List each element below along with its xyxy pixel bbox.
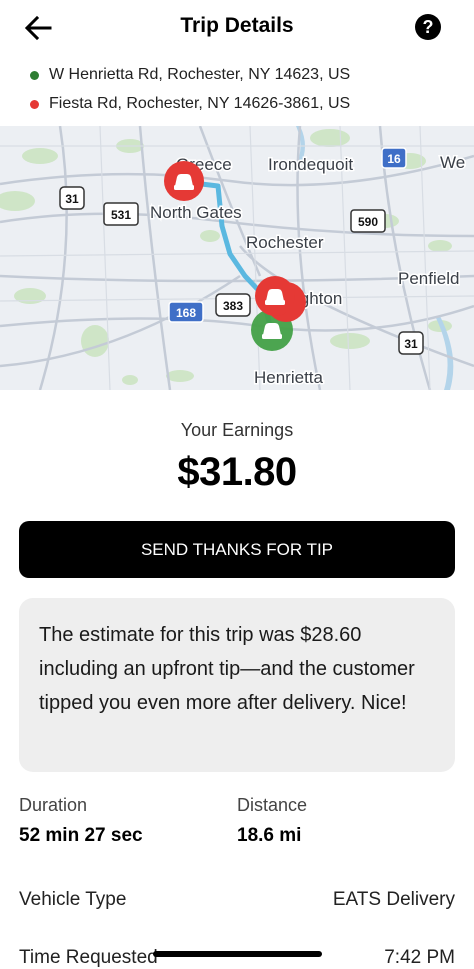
map-label-webster: We: [440, 153, 465, 172]
page-title: Trip Details: [180, 14, 294, 37]
tip-estimate-text: The estimate for this trip was $28.60 in…: [39, 624, 415, 714]
shield-531-icon: 531: [103, 202, 139, 226]
shield-31-east-icon: 31: [398, 331, 424, 355]
shield-168-icon: 168: [168, 301, 204, 323]
earnings-label: Your Earnings: [180, 420, 294, 440]
shield-31-icon: 31: [59, 186, 85, 210]
vehicle-type-label: Vehicle Type: [19, 889, 127, 910]
shield-383-icon: 383: [215, 293, 251, 317]
help-button[interactable]: ?: [415, 14, 441, 40]
svg-text:168: 168: [176, 306, 196, 320]
pickup-address-text: W Henrietta Rd, Rochester, NY 14623, US: [49, 66, 351, 83]
time-requested-label: Time Requested: [19, 947, 158, 968]
vehicle-type-row: Vehicle Type EATS Delivery: [19, 889, 455, 911]
map-label-rochester: Rochester: [246, 233, 324, 252]
tip-estimate-note: The estimate for this trip was $28.60 in…: [19, 598, 455, 772]
svg-text:590: 590: [358, 215, 378, 229]
map-label-north-gates: North Gates: [150, 203, 242, 222]
distance-value: 18.6 mi: [237, 825, 302, 846]
svg-text:383: 383: [223, 299, 243, 313]
dropoff-dot-icon: [30, 99, 39, 109]
send-thanks-button[interactable]: SEND THANKS FOR TIP: [19, 521, 455, 578]
distance-label: Distance: [237, 795, 308, 815]
map-label-henrietta: Henrietta: [254, 368, 324, 387]
dropoff-marker-car-icon: [164, 161, 204, 201]
home-indicator[interactable]: [153, 951, 322, 957]
shield-590-icon: 590: [350, 209, 386, 233]
pickup-address: W Henrietta Rd, Rochester, NY 14623, US: [30, 63, 350, 87]
earnings-amount: $31.80: [177, 450, 297, 494]
dropoff-address-text: Fiesta Rd, Rochester, NY 14626-3861, US: [49, 95, 351, 112]
vehicle-type-value: EATS Delivery: [332, 889, 455, 910]
trip-map[interactable]: Greece Irondequoit We North Gates Roches…: [0, 126, 474, 390]
map-label-irondequoit: Irondequoit: [268, 155, 353, 174]
header: Trip Details ?: [0, 0, 474, 56]
svg-text:531: 531: [111, 208, 131, 222]
pickup-dot-icon: [30, 70, 39, 80]
svg-text:31: 31: [65, 192, 79, 206]
svg-text:16: 16: [387, 152, 401, 166]
send-thanks-label: SEND THANKS FOR TIP: [140, 539, 334, 559]
map-canvas: Greece Irondequoit We North Gates Roches…: [0, 126, 474, 390]
svg-text:31: 31: [404, 337, 418, 351]
shield-16-icon: 16: [381, 147, 407, 169]
duration-label: Duration: [19, 795, 88, 815]
duration-value: 52 min 27 sec: [19, 825, 143, 846]
map-label-penfield: Penfield: [398, 269, 459, 288]
question-circle-icon: ?: [422, 16, 434, 37]
dropoff-address: Fiesta Rd, Rochester, NY 14626-3861, US: [30, 92, 350, 116]
time-requested-value: 7:42 PM: [384, 947, 455, 968]
